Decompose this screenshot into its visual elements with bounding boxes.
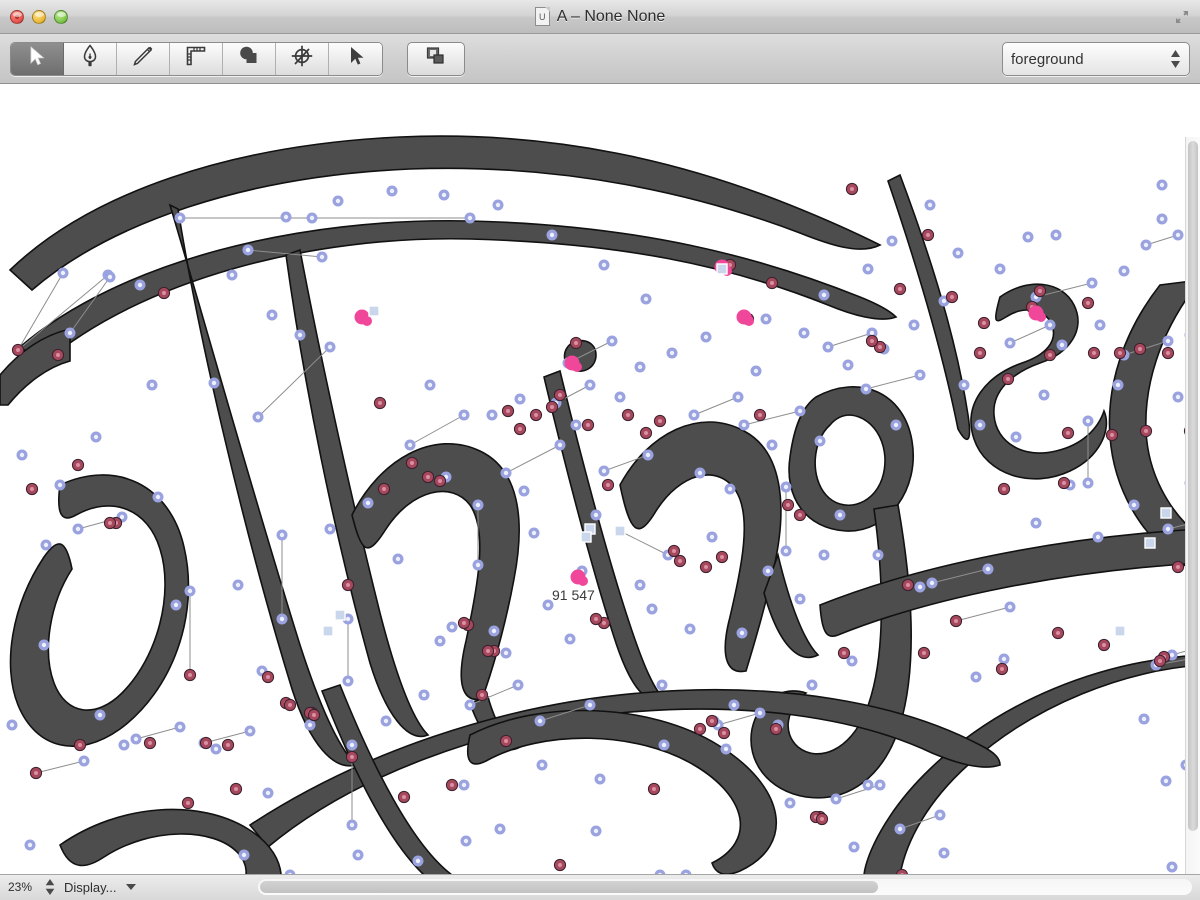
window-title: A – None None <box>556 7 666 25</box>
layer-select[interactable]: foreground <box>1002 42 1190 76</box>
horizontal-scrollbar[interactable] <box>258 879 1192 895</box>
close-button[interactable] <box>10 9 24 24</box>
pencil-icon <box>131 44 155 73</box>
tool-pen[interactable] <box>64 42 117 75</box>
control-handle-lines <box>17 217 1200 830</box>
vertical-scrollbar[interactable] <box>1185 137 1200 874</box>
traffic-light-group <box>10 9 68 24</box>
title-center-group: U A – None None <box>0 7 1200 26</box>
zoom-button[interactable] <box>54 9 68 24</box>
tool-pencil[interactable] <box>117 42 170 75</box>
direct-select-icon <box>347 45 365 72</box>
stepper-up-down-icon[interactable] <box>1170 50 1181 68</box>
layers-button[interactable] <box>407 41 465 76</box>
zoom-level-value: 23% <box>8 880 33 894</box>
tool-shapes[interactable] <box>223 42 276 75</box>
application-window: U A – None None foreground 91 547 23% Di… <box>0 0 1200 900</box>
tool-transform[interactable] <box>276 42 329 75</box>
canvas-area[interactable]: 91 547 <box>0 84 1200 874</box>
caret-down-icon[interactable] <box>125 884 136 890</box>
rotate-target-icon <box>290 44 314 73</box>
pen-nib-icon <box>80 44 100 73</box>
fullscreen-arrows-icon[interactable] <box>1171 6 1193 28</box>
ruler-icon <box>185 45 207 72</box>
vertical-scrollbar-thumb[interactable] <box>1188 141 1198 831</box>
title-bar: U A – None None <box>0 0 1200 34</box>
tool-select[interactable] <box>11 42 64 75</box>
minimize-button[interactable] <box>32 9 46 24</box>
tool-measure[interactable] <box>170 42 223 75</box>
status-bar: 23% Display... <box>0 874 1200 899</box>
tool-segmented-group <box>10 41 383 76</box>
coordinate-readout: 91 547 <box>552 587 595 603</box>
toolbar: foreground <box>0 34 1200 84</box>
display-menu-label[interactable]: Display... <box>64 880 117 895</box>
document-badge-icon: U <box>534 7 550 26</box>
layers-icon <box>423 44 449 73</box>
vector-artwork[interactable]: 91 547 <box>0 85 1200 874</box>
zoom-stepper[interactable] <box>45 879 55 895</box>
tool-direct-select[interactable] <box>329 42 382 75</box>
cursor-arrow-icon <box>27 45 47 72</box>
shapes-icon <box>237 45 261 72</box>
layer-select-value: foreground <box>1011 50 1084 68</box>
horizontal-scrollbar-thumb[interactable] <box>260 881 878 893</box>
